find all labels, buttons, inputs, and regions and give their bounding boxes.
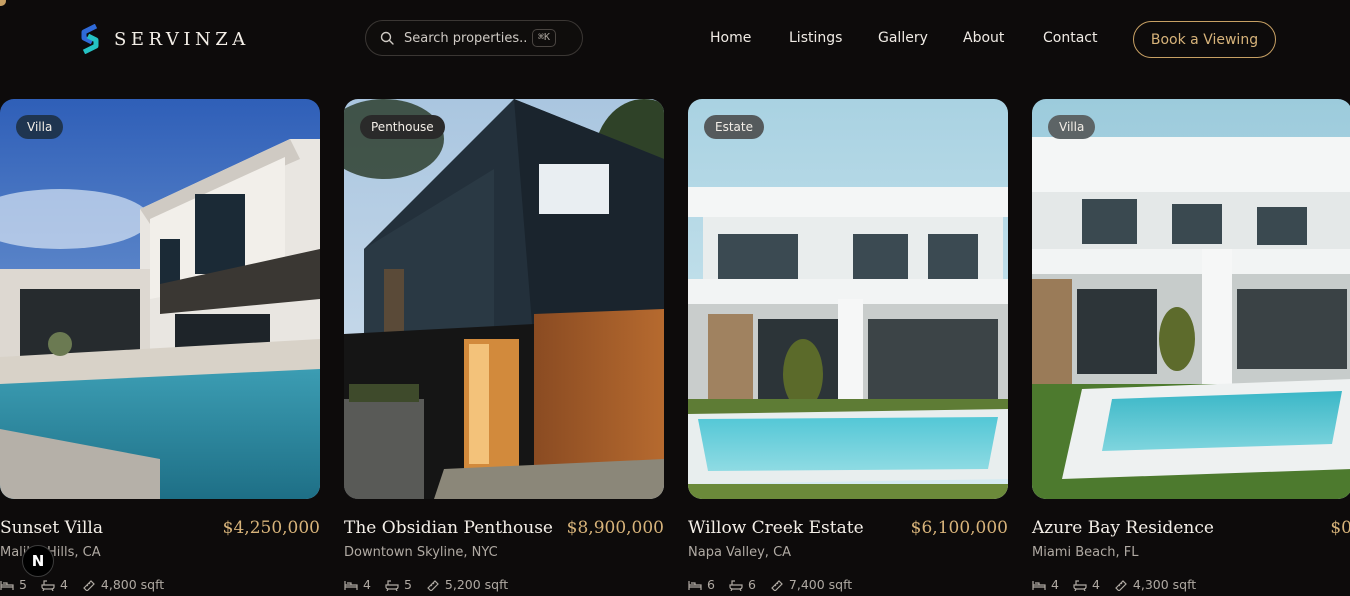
nav-item-contact[interactable]: Contact (1043, 30, 1097, 46)
bed-icon (0, 580, 14, 590)
property-image (0, 99, 320, 499)
baths-spec: 6 (729, 577, 756, 592)
listing-price: $6,100,000 (910, 518, 1008, 538)
listing-location: Miami Beach, FL (1032, 545, 1139, 560)
dev-tools-badge[interactable]: N (22, 545, 54, 577)
baths-spec: 4 (1073, 577, 1100, 592)
nav-item-home[interactable]: Home (710, 30, 751, 46)
property-type-badge: Villa (1048, 115, 1096, 139)
baths-count: 4 (1091, 577, 1100, 592)
listing-title[interactable]: The Obsidian Penthouse (344, 518, 553, 538)
area-spec: 5,200 sqft (426, 577, 508, 592)
listing-price: $8,900,000 (566, 518, 664, 538)
baths-spec: 5 (385, 577, 412, 592)
area-value: 4,800 sqft (100, 577, 165, 592)
nav-item-listings[interactable]: Listings (789, 30, 842, 46)
ruler-icon (427, 579, 439, 591)
bath-icon (729, 579, 743, 591)
area-spec: 4,300 sqft (1114, 577, 1196, 592)
baths-count: 4 (59, 577, 68, 592)
search-input[interactable] (404, 30, 526, 46)
ruler-icon (771, 579, 783, 591)
beds-spec: 5 (0, 577, 27, 592)
listing-photo[interactable]: Penthouse (344, 99, 664, 499)
property-type-badge: Penthouse (360, 115, 445, 139)
bed-icon (1032, 580, 1046, 590)
search-box[interactable]: ⌘K (365, 20, 583, 56)
baths-count: 5 (403, 577, 412, 592)
nav-item-about[interactable]: About (963, 30, 1004, 46)
listing-photo[interactable]: Villa (0, 99, 320, 499)
listing-title[interactable]: Azure Bay Residence (1032, 518, 1214, 538)
area-value: 7,400 sqft (788, 577, 853, 592)
listing-price: $4,250,000 (222, 518, 320, 538)
listing-photo[interactable]: Estate (688, 99, 1008, 499)
logo-mark-icon (81, 24, 99, 54)
listing-specs: 6 6 7,400 sqft (688, 577, 866, 592)
listing-title[interactable]: Willow Creek Estate (688, 518, 864, 538)
beds-spec: 6 (688, 577, 715, 592)
search-icon (380, 31, 394, 45)
beds-spec: 4 (344, 577, 371, 592)
beds-count: 4 (363, 577, 371, 592)
property-image (344, 99, 664, 499)
area-value: 5,200 sqft (444, 577, 509, 592)
listing-photo[interactable]: Villa (1032, 99, 1350, 499)
listing-specs: 5 4 4,800 sqft (0, 577, 178, 592)
search-shortcut-hint: ⌘K (532, 29, 557, 47)
bath-icon (41, 579, 55, 591)
bath-icon (1073, 579, 1087, 591)
bed-icon (688, 580, 702, 590)
listing-location: Downtown Skyline, NYC (344, 545, 498, 560)
baths-count: 6 (747, 577, 756, 592)
listing-specs: 4 4 4,300 sqft (1032, 577, 1210, 592)
area-spec: 4,800 sqft (82, 577, 164, 592)
bed-icon (344, 580, 358, 590)
bath-icon (385, 579, 399, 591)
area-value: 4,300 sqft (1132, 577, 1197, 592)
baths-spec: 4 (41, 577, 68, 592)
brand-name: SERVINZA (114, 28, 250, 50)
logo[interactable]: SERVINZA (78, 24, 250, 54)
property-image (1032, 99, 1350, 499)
property-image (688, 99, 1008, 499)
beds-count: 4 (1051, 577, 1059, 592)
site-header: SERVINZA ⌘K Home Listings Gallery About … (0, 0, 1350, 80)
property-type-badge: Estate (704, 115, 764, 139)
book-viewing-button[interactable]: Book a Viewing (1133, 21, 1276, 58)
listing-specs: 4 5 5,200 sqft (344, 577, 522, 592)
ruler-icon (1115, 579, 1127, 591)
beds-count: 5 (19, 577, 27, 592)
property-type-badge: Villa (16, 115, 64, 139)
listing-title[interactable]: Sunset Villa (0, 518, 103, 538)
area-spec: 7,400 sqft (770, 577, 852, 592)
beds-count: 6 (707, 577, 715, 592)
listing-price: $0 (1330, 518, 1350, 538)
ruler-icon (83, 579, 95, 591)
nav-item-gallery[interactable]: Gallery (878, 30, 928, 46)
listing-location: Napa Valley, CA (688, 545, 792, 560)
beds-spec: 4 (1032, 577, 1059, 592)
